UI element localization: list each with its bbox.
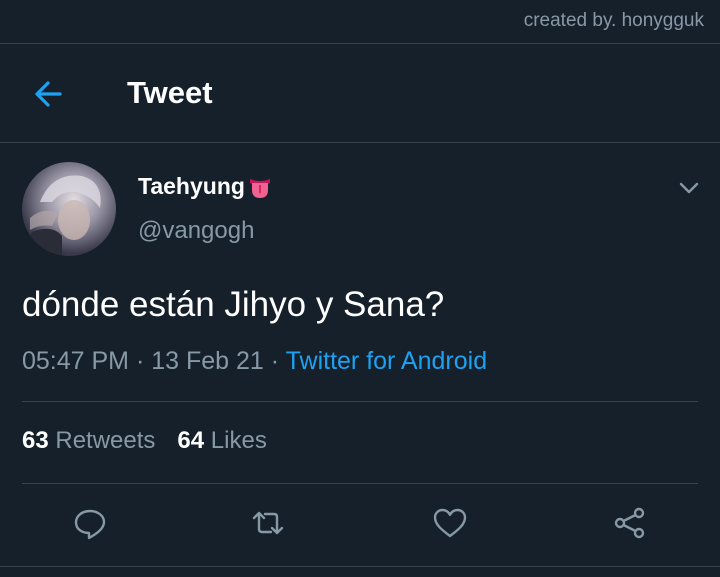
chevron-down-icon bbox=[679, 182, 699, 194]
reply-icon bbox=[74, 509, 106, 540]
credit-text: created by. honygguk bbox=[523, 10, 704, 31]
meta-divider bbox=[22, 401, 698, 402]
display-name[interactable]: Taehyung bbox=[138, 173, 273, 200]
avatar-image bbox=[22, 175, 101, 256]
likes-stat[interactable]: 64 Likes bbox=[177, 427, 266, 454]
header-divider bbox=[0, 142, 720, 143]
back-arrow-icon bbox=[35, 81, 62, 107]
display-name-text: Taehyung bbox=[138, 173, 245, 199]
top-divider bbox=[0, 43, 720, 44]
page-title: Tweet bbox=[127, 75, 213, 110]
avatar[interactable] bbox=[22, 162, 116, 256]
retweet-button[interactable] bbox=[250, 505, 286, 541]
reply-button[interactable] bbox=[72, 505, 108, 541]
tweet-date: 13 Feb 21 bbox=[151, 347, 264, 375]
like-icon bbox=[433, 508, 467, 538]
bottom-divider bbox=[0, 566, 720, 567]
retweet-icon bbox=[252, 511, 284, 535]
stats-divider bbox=[22, 483, 698, 484]
tongue-emoji-icon bbox=[249, 178, 270, 198]
like-button[interactable] bbox=[432, 505, 468, 541]
back-button[interactable] bbox=[30, 76, 70, 112]
tweet-meta: 05:47 PM · 13 Feb 21 · Twitter for Andro… bbox=[22, 347, 487, 376]
user-handle[interactable]: @vangogh bbox=[138, 217, 254, 245]
tweet-options-button[interactable] bbox=[677, 176, 701, 200]
likes-label: Likes bbox=[210, 427, 267, 454]
share-button[interactable] bbox=[612, 505, 648, 541]
meta-separator-2: · bbox=[270, 347, 280, 375]
share-icon bbox=[614, 507, 645, 539]
tweet-text: dónde están Jihyo y Sana? bbox=[22, 285, 445, 324]
tweet-stats: 63 Retweets 64 Likes bbox=[22, 427, 267, 455]
retweets-count: 63 bbox=[22, 427, 49, 454]
retweets-stat[interactable]: 63 Retweets bbox=[22, 427, 155, 454]
meta-separator: · bbox=[135, 347, 145, 375]
tweet-source-link[interactable]: Twitter for Android bbox=[286, 347, 487, 375]
retweets-label: Retweets bbox=[55, 427, 156, 454]
tweet-time: 05:47 PM bbox=[22, 347, 130, 375]
likes-count: 64 bbox=[177, 427, 205, 454]
